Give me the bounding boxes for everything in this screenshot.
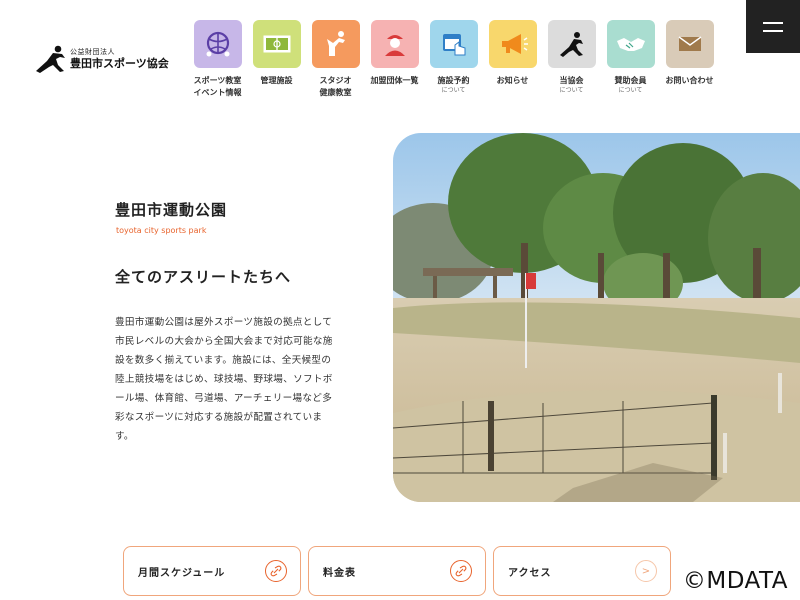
nav-label: 当協会	[559, 76, 584, 85]
logo-title: 豊田市スポーツ協会	[70, 57, 169, 70]
price-list-button[interactable]: 料金表	[308, 546, 486, 596]
page-title: 豊田市運動公園	[115, 201, 228, 219]
schedule-button-label: 月間スケジュール	[138, 567, 226, 579]
association-icon	[559, 32, 583, 57]
nav-label: お知らせ	[496, 76, 529, 85]
main-nav: スポーツ教室 イベント情報 管理施設 スタジオ 健康教室 加盟団体一覧 施設予約…	[188, 20, 719, 99]
nav-note: について	[559, 87, 584, 94]
runner-logo-icon	[36, 45, 65, 73]
member-icon	[384, 35, 405, 56]
access-button-label: アクセス	[508, 567, 552, 579]
nav-label: 賛助会員	[614, 76, 647, 85]
nav-label: スタジオ	[319, 76, 352, 85]
nav-label: お問い合わせ	[665, 76, 714, 85]
nav-icon-tile	[488, 20, 537, 68]
watermark: ©MDATA	[682, 568, 788, 594]
logo-subtitle: 公益財団法人	[70, 48, 115, 56]
nav-label: 加盟団体一覧	[370, 76, 419, 85]
site-logo[interactable]: 公益財団法人 豊田市スポーツ協会	[34, 44, 169, 74]
park-photo-image	[393, 133, 800, 502]
nav-icon-tile	[311, 20, 360, 68]
nav-label: 管理施設	[260, 76, 293, 85]
nav-supporting-members[interactable]: 賛助会員 について	[601, 20, 660, 99]
hamburger-line	[763, 21, 783, 24]
nav-note: について	[618, 87, 643, 94]
sports-ball-icon	[206, 31, 229, 57]
nav-note: について	[441, 87, 466, 94]
nav-reservation[interactable]: 施設予約 について	[424, 20, 483, 99]
hamburger-line	[763, 29, 783, 32]
headline: 全てのアスリートたちへ	[115, 268, 292, 286]
nav-member-orgs[interactable]: 加盟団体一覧	[365, 20, 424, 99]
access-button[interactable]: アクセス >	[493, 546, 671, 596]
nav-sports-events[interactable]: スポーツ教室 イベント情報	[188, 20, 247, 99]
park-photo	[393, 133, 800, 502]
nav-label-2: 健康教室	[319, 88, 352, 97]
field-icon	[263, 35, 290, 53]
nav-icon-tile	[193, 20, 242, 68]
arrow-icon: >	[635, 560, 657, 582]
envelope-icon	[678, 36, 701, 51]
nav-icon-tile	[429, 20, 478, 68]
nav-icon-tile	[370, 20, 419, 68]
nav-icon-tile	[547, 20, 596, 68]
nav-label: スポーツ教室	[193, 76, 242, 85]
page-title-en: toyota city sports park	[116, 226, 207, 235]
nav-contact[interactable]: お問い合わせ	[660, 20, 719, 99]
nav-facilities[interactable]: 管理施設	[247, 20, 306, 99]
megaphone-icon	[501, 34, 528, 54]
schedule-button[interactable]: 月間スケジュール	[123, 546, 301, 596]
park-description: 豊田市運動公園は屋外スポーツ施設の拠点として市民レベルの大会から全国大会まで対応…	[115, 317, 333, 442]
nav-icon-tile	[606, 20, 655, 68]
nav-icon-tile	[252, 20, 301, 68]
fitness-icon	[326, 31, 345, 56]
hamburger-menu-button[interactable]	[746, 0, 800, 53]
handshake-icon	[616, 38, 645, 51]
link-icon	[450, 560, 472, 582]
nav-label-2: イベント情報	[193, 88, 242, 97]
nav-studio[interactable]: スタジオ 健康教室	[306, 20, 365, 99]
nav-about[interactable]: 当協会 について	[542, 20, 601, 99]
price-list-button-label: 料金表	[323, 567, 356, 579]
nav-icon-tile	[665, 20, 714, 68]
nav-label: 施設予約	[437, 76, 470, 85]
calendar-touch-icon	[442, 34, 465, 56]
link-icon	[265, 560, 287, 582]
nav-news[interactable]: お知らせ	[483, 20, 542, 99]
